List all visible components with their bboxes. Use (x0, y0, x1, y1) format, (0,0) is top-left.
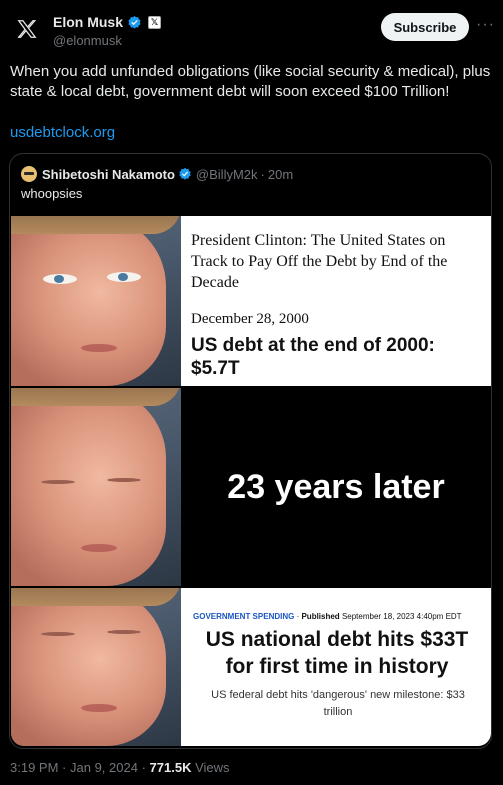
separator-dot: · (62, 760, 70, 775)
date-2000: December 28, 2000 (191, 311, 309, 327)
meme-image[interactable]: President Clinton: The United States on … (11, 216, 491, 746)
tweet-footer: 3:19 PM · Jan 9, 2024 · 771.5K Views (10, 760, 230, 775)
author-name[interactable]: Elon Musk 𝕏 (53, 14, 162, 30)
x-affiliation-icon: 𝕏 (148, 15, 162, 29)
more-icon[interactable]: ··· (476, 17, 494, 36)
quote-header: Shibetoshi Nakamoto @BillyM2k · 20m (21, 166, 293, 182)
section-label: GOVERNMENT SPENDING (193, 612, 295, 621)
published-label: Published (301, 612, 340, 621)
face-image (11, 588, 181, 746)
news-card-2000: President Clinton: The United States on … (181, 216, 491, 386)
x-logo-icon[interactable] (16, 18, 38, 40)
author-handle[interactable]: @elonmusk (53, 33, 122, 48)
views-count: 771.5K (149, 760, 192, 775)
meme-panel-2: 23 years later (11, 388, 491, 586)
quote-author-handle[interactable]: @BillyM2k (196, 167, 258, 182)
meme-panel-1: President Clinton: The United States on … (11, 216, 491, 386)
quote-text: whoopsies (21, 186, 83, 201)
avatar[interactable] (21, 166, 37, 182)
subtitle-2023: US federal debt hits 'dangerous' new mil… (211, 689, 465, 718)
separator-dot: · (260, 166, 265, 182)
tweet-text: When you add unfunded obligations (like … (10, 63, 491, 100)
article-kicker: GOVERNMENT SPENDING · Published Septembe… (193, 612, 462, 621)
subscribe-button[interactable]: Subscribe (381, 13, 469, 41)
author-name-text[interactable]: Elon Musk (53, 14, 123, 30)
tweet-header: Elon Musk 𝕏 @elonmusk Subscribe ··· (0, 0, 503, 60)
separator-dot: · (141, 760, 150, 775)
caption-card: 23 years later (181, 388, 491, 586)
caption-text: 23 years later (227, 467, 445, 506)
views-label: Views (195, 760, 230, 775)
headline-2023: US national debt hits $33T for first tim… (205, 628, 469, 678)
verified-icon (128, 15, 141, 29)
quote-author-name[interactable]: Shibetoshi Nakamoto (42, 167, 175, 182)
tweet-date[interactable]: Jan 9, 2024 (70, 760, 138, 775)
face-image (11, 388, 181, 586)
quote-tweet-card[interactable]: Shibetoshi Nakamoto @BillyM2k · 20m whoo… (9, 153, 492, 749)
tweet-link[interactable]: usdebtclock.org (10, 124, 115, 141)
meme-panel-3: GOVERNMENT SPENDING · Published Septembe… (11, 588, 491, 746)
verified-icon (179, 167, 191, 180)
face-image (11, 216, 181, 386)
debt-2000: US debt at the end of 2000: $5.7T (191, 335, 435, 379)
headline-2000: President Clinton: The United States on … (191, 232, 448, 291)
tweet-time[interactable]: 3:19 PM (10, 760, 58, 775)
published-date: September 18, 2023 4:40pm EDT (341, 612, 462, 621)
quote-age: 20m (267, 166, 294, 182)
news-card-2023: GOVERNMENT SPENDING · Published Septembe… (181, 588, 491, 746)
